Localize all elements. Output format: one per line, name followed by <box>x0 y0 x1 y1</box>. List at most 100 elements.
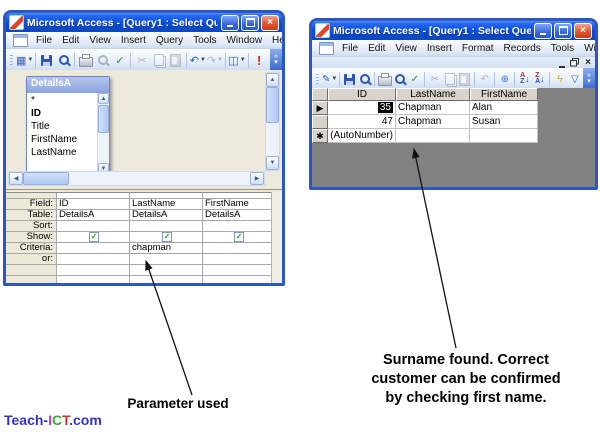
copy-icon[interactable] <box>150 52 167 69</box>
run-icon[interactable]: ! <box>251 52 268 69</box>
field-list-item-star[interactable]: * <box>31 94 98 107</box>
menu-item-tools[interactable]: Tools <box>546 43 579 54</box>
file-search-icon[interactable] <box>357 71 372 88</box>
maximize-button[interactable] <box>241 15 259 31</box>
ds-cell-r2-lastname[interactable]: Chapman <box>396 115 470 129</box>
sort-ascending-icon[interactable]: AZ↓ <box>517 71 532 88</box>
field-list-title[interactable]: DetailsA <box>27 77 109 93</box>
qgrid-cell-criteria-col2[interactable]: chapman <box>130 243 202 253</box>
child-close-icon[interactable]: × <box>585 58 591 67</box>
ds-cell-r1-lastname[interactable]: Chapman <box>396 101 470 115</box>
column-header-firstname[interactable]: FirstName <box>470 88 538 101</box>
copy-icon[interactable] <box>442 71 457 88</box>
menu-item-query[interactable]: Query <box>151 35 188 46</box>
ds-cell-r3-lastname[interactable] <box>396 129 470 143</box>
ds-cell-r1-firstname[interactable]: Alan <box>470 101 538 115</box>
qgrid-cell-show-col3[interactable]: ✓ <box>203 232 273 242</box>
vertical-scrollbar[interactable]: ▲ ▼ <box>265 72 280 171</box>
cut-icon[interactable]: ✂ <box>133 52 150 69</box>
scroll-up-icon[interactable]: ▲ <box>266 73 279 87</box>
menu-item-help[interactable]: Help <box>267 35 285 46</box>
column-header-lastname[interactable]: LastName <box>396 88 470 101</box>
scroll-up-icon[interactable]: ▲ <box>98 93 109 104</box>
menu-item-view[interactable]: View <box>390 43 422 54</box>
qgrid-cell-blank-col1[interactable] <box>57 193 129 198</box>
filter-by-selection-icon[interactable]: ϟ <box>552 71 567 88</box>
undo-icon[interactable]: ↶ <box>477 71 492 88</box>
ds-cell-r3-firstname[interactable] <box>470 129 538 143</box>
qgrid-cell-blank-col1[interactable] <box>57 276 129 286</box>
title-bar[interactable]: Microsoft Access - [Query1 : Select Quer… <box>312 21 595 40</box>
qgrid-cell-blank-col3[interactable] <box>203 193 273 198</box>
redo-icon[interactable]: ↷▼ <box>206 52 223 69</box>
child-minimize-icon[interactable] <box>559 58 565 68</box>
qgrid-cell-show-col2[interactable]: ✓ <box>130 232 202 242</box>
insert-hyperlink-icon[interactable]: ⊕ <box>497 71 512 88</box>
qgrid-cell-blank-col3[interactable] <box>203 276 273 286</box>
qgrid-cell-or-col3[interactable] <box>203 254 273 264</box>
menu-item-view[interactable]: View <box>84 35 116 46</box>
print-icon[interactable] <box>77 52 94 69</box>
scrollbar-thumb[interactable] <box>23 172 69 185</box>
field-list-item-lastname[interactable]: LastName <box>31 146 98 159</box>
field-list-item-firstname[interactable]: FirstName <box>31 133 98 146</box>
redo-dropdown-icon[interactable]: ▼ <box>217 57 223 63</box>
minimize-button[interactable] <box>221 15 239 31</box>
print-preview-icon[interactable] <box>392 71 407 88</box>
qgrid-cell-field-col2[interactable]: LastName <box>130 199 202 209</box>
show-checkbox[interactable]: ✓ <box>234 232 244 242</box>
print-icon[interactable] <box>377 71 392 88</box>
menu-item-tools[interactable]: Tools <box>188 35 221 46</box>
show-checkbox[interactable]: ✓ <box>89 232 99 242</box>
save-icon[interactable] <box>342 71 357 88</box>
field-list-item-id[interactable]: ID <box>31 107 98 120</box>
title-bar[interactable]: Microsoft Access - [Query1 : Select Quer… <box>6 13 282 32</box>
scroll-down-icon[interactable]: ▼ <box>266 156 279 170</box>
qgrid-cell-blank-col2[interactable] <box>130 276 202 286</box>
undo-icon[interactable]: ↶▼ <box>189 52 206 69</box>
field-list-scrollbar[interactable]: ▲ ▼ <box>97 93 109 174</box>
current-record-icon[interactable]: ▶ <box>312 101 328 115</box>
qgrid-cell-or-col2[interactable] <box>130 254 202 264</box>
show-checkbox[interactable]: ✓ <box>162 232 172 242</box>
menu-item-records[interactable]: Records <box>499 43 546 54</box>
qgrid-cell-criteria-col1[interactable] <box>57 243 129 253</box>
scroll-right-icon[interactable]: ▶ <box>250 172 264 185</box>
record-selector[interactable] <box>312 115 328 129</box>
qgrid-cell-field-col1[interactable]: ID <box>57 199 129 209</box>
view-design-icon[interactable]: ✎▼ <box>322 71 337 88</box>
ds-cell-r2-id[interactable]: 47 <box>328 115 396 129</box>
scroll-left-icon[interactable]: ◀ <box>9 172 23 185</box>
paste-icon[interactable] <box>457 71 472 88</box>
qgrid-cell-or-col1[interactable] <box>57 254 129 264</box>
menu-item-edit[interactable]: Edit <box>363 43 390 54</box>
menu-item-format[interactable]: Format <box>457 43 499 54</box>
sort-descending-icon[interactable]: ZA↓ <box>532 71 547 88</box>
qgrid-cell-blank-col2[interactable] <box>130 265 202 275</box>
menu-item-insert[interactable]: Insert <box>116 35 151 46</box>
view-datasheet-icon[interactable]: ▦▼ <box>16 52 33 69</box>
menu-item-file[interactable]: File <box>337 43 363 54</box>
print-preview-icon[interactable] <box>94 52 111 69</box>
close-button[interactable]: × <box>574 23 592 39</box>
menu-item-window[interactable]: Window <box>221 35 267 46</box>
qgrid-cell-show-col1[interactable]: ✓ <box>57 232 129 242</box>
menu-item-window[interactable]: Window <box>579 43 598 54</box>
menu-item-insert[interactable]: Insert <box>422 43 457 54</box>
undo-dropdown-icon[interactable]: ▼ <box>200 57 206 63</box>
qgrid-cell-table-col3[interactable]: DetailsA <box>203 210 273 220</box>
toolbar-options-icon[interactable]: »▾ <box>583 68 595 90</box>
scrollbar-thumb[interactable] <box>98 105 109 133</box>
toolbar-grip-icon[interactable] <box>10 55 13 66</box>
spelling-icon[interactable]: ✓ <box>111 52 128 69</box>
menu-item-edit[interactable]: Edit <box>57 35 84 46</box>
grid-scrollbar[interactable] <box>271 192 282 283</box>
qgrid-cell-blank-col3[interactable] <box>203 265 273 275</box>
minimize-button[interactable] <box>534 23 552 39</box>
scrollbar-thumb[interactable] <box>266 87 279 123</box>
qgrid-cell-table-col2[interactable]: DetailsA <box>130 210 202 220</box>
maximize-button[interactable] <box>554 23 572 39</box>
view-design-dropdown-icon[interactable]: ▼ <box>331 76 337 82</box>
qgrid-cell-blank-col1[interactable] <box>57 265 129 275</box>
spelling-icon[interactable]: ✓ <box>407 71 422 88</box>
